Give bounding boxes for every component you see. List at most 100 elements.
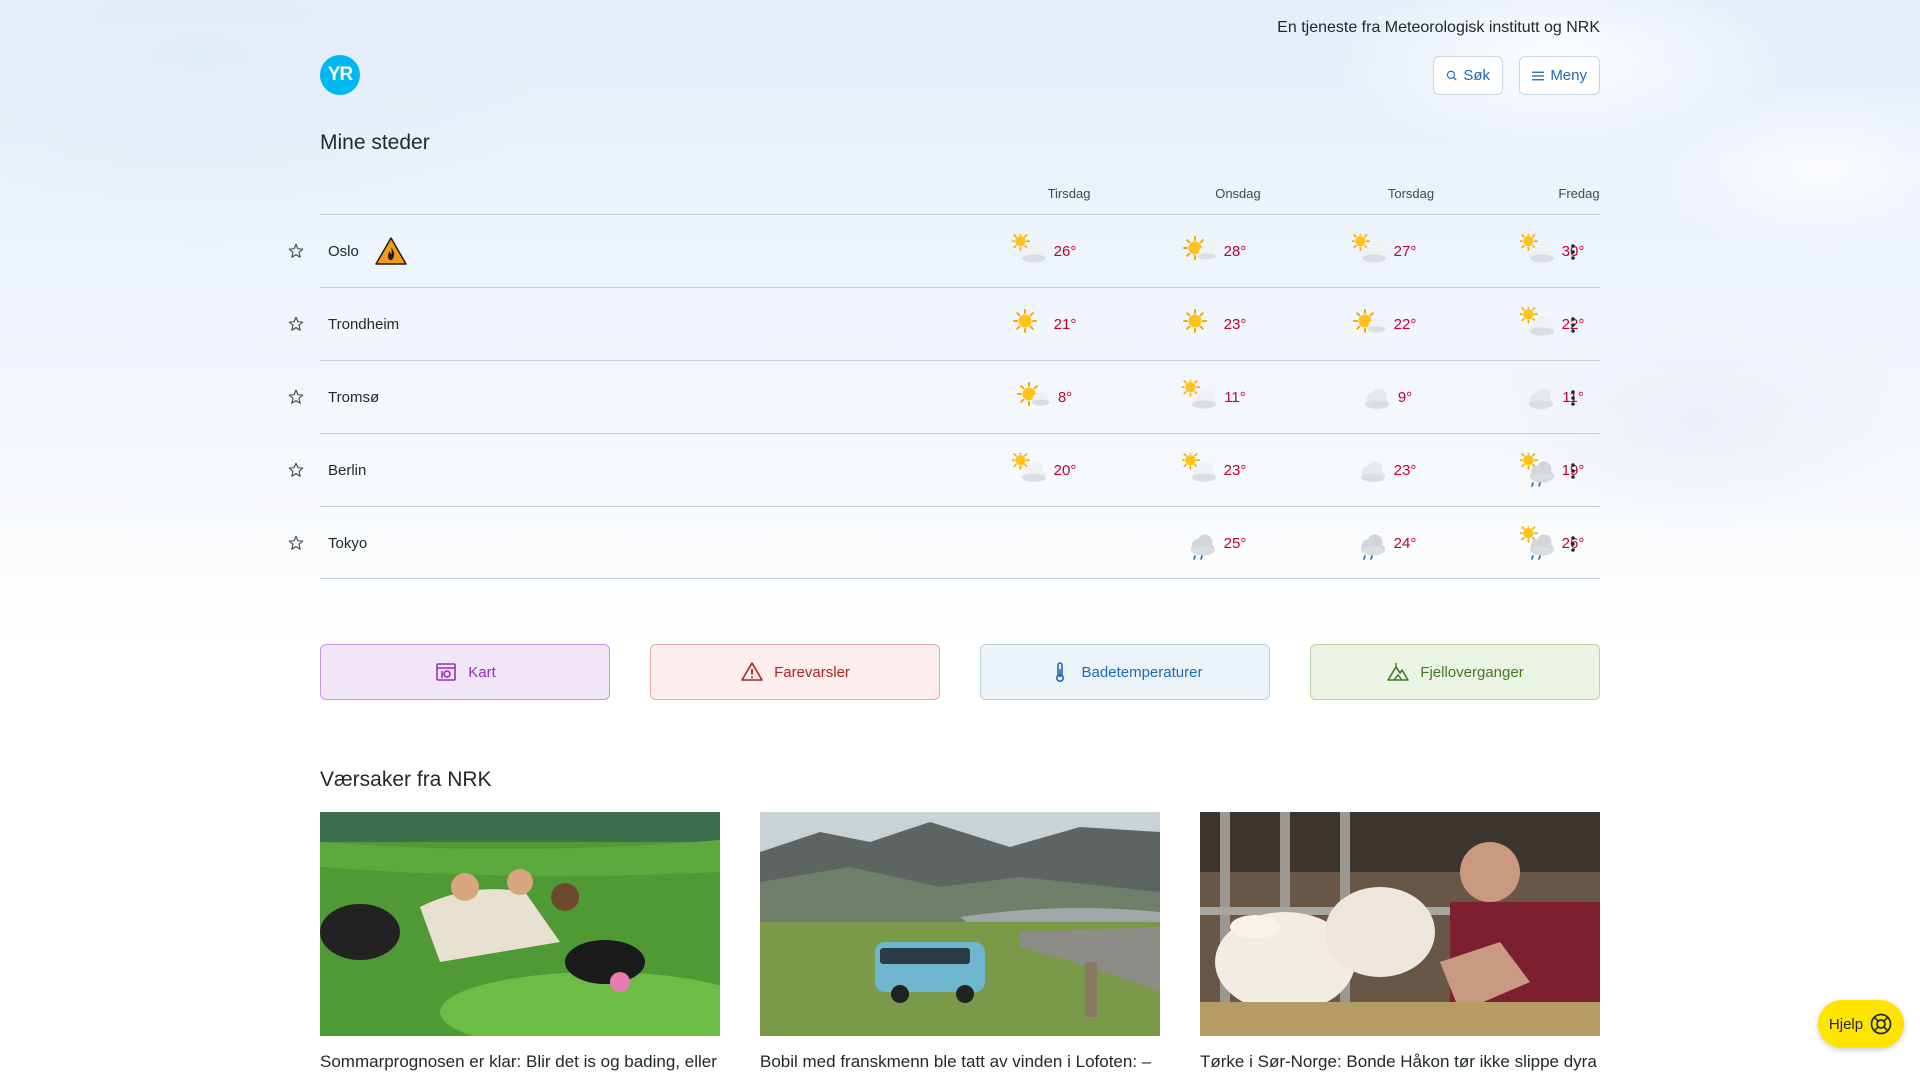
day-header: Fredag <box>1558 186 1600 201</box>
warnings-label: Farevarsler <box>774 663 850 681</box>
place-name[interactable]: Tromsø <box>328 389 379 406</box>
partly-cloudy-icon <box>1519 307 1554 337</box>
forecast-cell[interactable]: 28° <box>1154 234 1274 268</box>
news-card[interactable]: Sommarprognosen er klar: Blir det is og … <box>320 812 720 1072</box>
menu-button[interactable]: Meny <box>1519 56 1600 95</box>
cloud-icon <box>1360 461 1385 483</box>
partly-cloudy-icon <box>1011 453 1046 483</box>
temperature: 28° <box>1223 242 1247 260</box>
temperature: 9° <box>1397 388 1413 406</box>
temperature: 25° <box>1223 534 1247 552</box>
bath-temperatures-button[interactable]: Badetemperaturer <box>980 644 1270 700</box>
forecast-cell[interactable]: 21° <box>984 307 1104 341</box>
star-icon[interactable] <box>287 315 305 333</box>
map-icon <box>436 663 457 681</box>
forecast-cell[interactable]: 22° <box>1492 307 1612 341</box>
news-card[interactable]: Bobil med franskmenn ble tatt av vinden … <box>760 812 1160 1072</box>
cloud-icon <box>1364 388 1389 410</box>
more-options-icon[interactable] <box>1566 461 1580 481</box>
mountain-passes-label: Fjelloverganger <box>1420 663 1524 681</box>
news-image-camper[interactable] <box>760 812 1160 1036</box>
sun-cloud-icon <box>1352 309 1386 334</box>
news-image-picnic[interactable] <box>320 812 720 1036</box>
map-button[interactable]: Kart <box>320 644 610 700</box>
place-row[interactable]: Oslo26°28°27°30° <box>288 214 1600 287</box>
place-name[interactable]: Tokyo <box>328 535 367 552</box>
sun-rain-icon <box>1519 453 1554 487</box>
fire-danger-icon[interactable] <box>375 236 407 266</box>
rain-cloud-icon <box>1190 534 1215 560</box>
day-header: Tirsdag <box>1047 186 1091 201</box>
forecast-cell[interactable]: 9° <box>1324 380 1444 414</box>
forecast-cell[interactable]: 30° <box>1492 234 1612 268</box>
help-button[interactable]: Hjelp <box>1818 1000 1904 1048</box>
more-options-icon[interactable] <box>1566 534 1580 554</box>
yr-logo[interactable]: YR <box>320 55 360 95</box>
partly-cloudy-icon <box>1519 234 1554 264</box>
temperature: 23° <box>1223 315 1247 333</box>
place-row[interactable]: Berlin20°23°23°19° <box>288 433 1600 506</box>
more-options-icon[interactable] <box>1566 242 1580 262</box>
mountain-passes-button[interactable]: Fjelloverganger <box>1310 644 1600 700</box>
forecast-cell[interactable]: 11° <box>1154 380 1274 414</box>
search-button[interactable]: Søk <box>1433 56 1503 95</box>
temperature: 20° <box>1053 461 1077 479</box>
partly-cloudy-icon <box>1182 380 1217 410</box>
partly-cloudy-icon <box>1011 234 1046 264</box>
cloud-icon <box>1529 388 1554 410</box>
temperature: 11° <box>1224 388 1246 406</box>
tagline: En tjeneste fra Meteorologisk institutt … <box>1277 19 1600 36</box>
news-title: Værsaker fra NRK <box>320 768 492 791</box>
place-name[interactable]: Berlin <box>328 462 366 479</box>
day-header: Torsdag <box>1387 186 1435 201</box>
place-row[interactable]: Tokyo25°24°26° <box>288 506 1600 579</box>
thermometer-icon <box>1055 662 1064 683</box>
forecast-cell[interactable]: 23° <box>1324 453 1444 487</box>
forecast-cell[interactable]: 22° <box>1324 307 1444 341</box>
warnings-button[interactable]: Farevarsler <box>650 644 940 700</box>
place-row[interactable]: Trondheim21°23°22°22° <box>288 287 1600 360</box>
my-places-title: Mine steder <box>320 131 430 154</box>
rain-cloud-icon <box>1360 534 1385 560</box>
temperature: 24° <box>1393 534 1417 552</box>
hamburger-icon <box>1532 71 1545 80</box>
star-icon[interactable] <box>287 534 305 552</box>
temperature: 27° <box>1393 242 1417 260</box>
place-name[interactable]: Oslo <box>328 243 359 260</box>
forecast-cell[interactable]: 24° <box>1324 526 1444 560</box>
help-label: Hjelp <box>1828 1015 1864 1033</box>
forecast-cell[interactable]: 19° <box>1492 453 1612 487</box>
star-icon[interactable] <box>287 388 305 406</box>
news-image-cattle[interactable] <box>1200 812 1600 1036</box>
place-row[interactable]: Tromsø8°11°9°11° <box>288 360 1600 433</box>
news-card-title[interactable]: Bobil med franskmenn ble tatt av vinden … <box>760 1052 1160 1072</box>
sun-rain-icon <box>1519 526 1554 560</box>
more-options-icon[interactable] <box>1566 315 1580 335</box>
place-name[interactable]: Trondheim <box>328 316 399 333</box>
forecast-cell[interactable]: 27° <box>1324 234 1444 268</box>
partly-cloudy-icon <box>1181 453 1216 483</box>
forecast-cell[interactable]: 25° <box>1154 526 1274 560</box>
forecast-cell[interactable]: 8° <box>984 380 1104 414</box>
forecast-cell[interactable]: 11° <box>1492 380 1612 414</box>
news-card-title[interactable]: Tørke i Sør-Norge: Bonde Håkon tør ikke … <box>1200 1052 1600 1072</box>
star-icon[interactable] <box>287 461 305 479</box>
sun-icon <box>1012 309 1037 333</box>
lifebuoy-icon <box>1870 1013 1892 1035</box>
forecast-cell[interactable]: 23° <box>1154 453 1274 487</box>
temperature: 23° <box>1393 461 1417 479</box>
temperature: 8° <box>1057 388 1073 406</box>
more-options-icon[interactable] <box>1566 388 1580 408</box>
forecast-cell[interactable]: 26° <box>1492 526 1612 560</box>
search-icon <box>1446 70 1457 81</box>
star-icon[interactable] <box>287 242 305 260</box>
forecast-cell[interactable]: 20° <box>984 453 1104 487</box>
news-card-title[interactable]: Sommarprognosen er klar: Blir det is og … <box>320 1052 720 1072</box>
forecast-cell[interactable]: 23° <box>1154 307 1274 341</box>
news-card[interactable]: Tørke i Sør-Norge: Bonde Håkon tør ikke … <box>1200 812 1600 1072</box>
forecast-cell[interactable]: 26° <box>984 234 1104 268</box>
search-label: Søk <box>1463 67 1490 84</box>
temperature: 23° <box>1223 461 1247 479</box>
sun-cloud-icon <box>1182 236 1216 261</box>
temperature: 21° <box>1053 315 1077 333</box>
